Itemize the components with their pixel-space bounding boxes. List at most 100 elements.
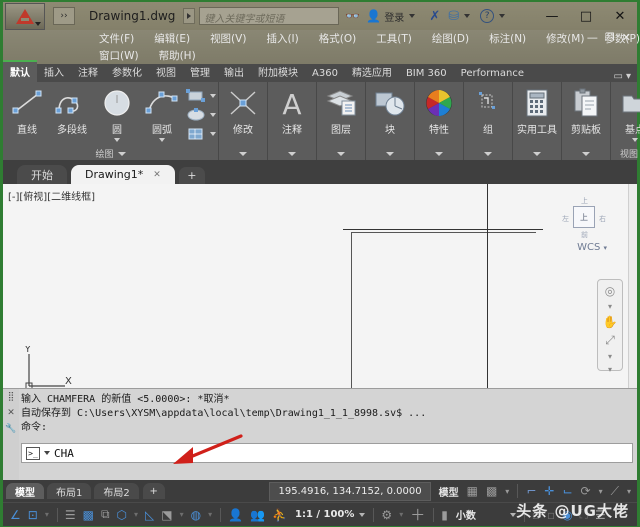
steering-wheel-icon[interactable]: ◎	[605, 284, 615, 298]
new-document-button[interactable]: +	[179, 167, 205, 184]
grid-icon[interactable]: ▦	[467, 484, 478, 498]
autodesk-exchange-icon[interactable]: ✗	[429, 9, 440, 24]
menu-item-4[interactable]: 格式(O)	[319, 31, 356, 46]
ribbon-tab-输出[interactable]: 输出	[217, 62, 251, 82]
ribbon-button-直线[interactable]: 直线	[5, 86, 49, 136]
chevron-down-icon[interactable]: ▾	[627, 487, 631, 496]
chevron-down-icon[interactable]: ▾	[399, 510, 403, 519]
chevron-down-icon[interactable]	[210, 132, 216, 136]
chevron-down-icon[interactable]	[533, 152, 541, 156]
menu-item-8[interactable]: 修改(M)	[546, 31, 584, 46]
viewport-label[interactable]: [-][俯视][二维线框]	[8, 188, 95, 203]
quick-access-toolbar-button[interactable]: ››	[53, 7, 75, 25]
drag-handle-icon[interactable]: ⣿	[8, 392, 15, 402]
command-input-row[interactable]: >_ CHA	[21, 443, 633, 463]
close-icon[interactable]: ✕	[153, 170, 161, 180]
autodesk-cloud-icon[interactable]: ⛁	[448, 9, 459, 24]
chevron-down-icon[interactable]	[337, 152, 345, 156]
ribbon-button-基点[interactable]: 基点	[613, 86, 640, 142]
panel-footer[interactable]	[417, 147, 461, 160]
close-icon[interactable]: ✕	[7, 408, 15, 418]
chevron-down-icon[interactable]	[484, 152, 492, 156]
search-input[interactable]: 键入关键字或短语	[199, 7, 339, 25]
ortho-icon[interactable]: ⌐	[526, 484, 536, 498]
ribbon-tab-精选应用[interactable]: 精选应用	[345, 62, 399, 82]
viewcube-face[interactable]: 上	[573, 206, 595, 228]
menu-item-0[interactable]: 文件(F)	[99, 31, 134, 46]
zoom-extents-icon[interactable]: ⤢	[605, 333, 615, 348]
hardware-accel-icon[interactable]: 👥	[250, 508, 265, 522]
otrack-icon[interactable]: ⟳	[581, 484, 591, 498]
coordinates-readout[interactable]: 195.4916, 134.7152, 0.0000	[269, 482, 430, 501]
wcs-label[interactable]: WCS ▾	[577, 242, 607, 253]
ribbon-button-注释[interactable]: A注释	[270, 86, 314, 136]
ribbon-button-特性[interactable]: 特性	[417, 86, 461, 136]
user-icon[interactable]: 👤	[366, 9, 381, 23]
gear-icon[interactable]: ⚙	[381, 508, 392, 522]
polar-tracking-icon[interactable]: ✛	[544, 484, 554, 498]
ribbon-tab-参数化[interactable]: 参数化	[105, 62, 149, 82]
help-icon[interactable]: ?	[480, 9, 494, 23]
ducs-icon[interactable]: ⟋	[611, 484, 619, 499]
menu-item-7[interactable]: 标注(N)	[489, 31, 526, 46]
ribbon-button-修改[interactable]: 修改	[221, 86, 265, 136]
doc-minimize-button[interactable]: —	[587, 31, 598, 44]
chevron-down-icon[interactable]	[210, 113, 216, 117]
lineweight-icon[interactable]: ☰	[65, 508, 76, 522]
ribbon-button-多段线[interactable]: 多段线	[50, 86, 94, 136]
chevron-down-icon[interactable]	[118, 152, 126, 156]
ribbon-button-实用工具[interactable]: 实用工具	[515, 86, 559, 136]
application-menu-button[interactable]	[5, 3, 45, 30]
chevron-down-icon[interactable]	[359, 513, 365, 517]
canvas-vertical-scrollbar[interactable]	[628, 184, 637, 388]
chevron-down-icon[interactable]: ▾	[134, 510, 138, 519]
osnap-icon[interactable]: ⌙	[562, 484, 572, 498]
chevron-down-icon[interactable]	[159, 138, 165, 142]
selection-cycling-icon[interactable]: ⧉	[101, 507, 110, 522]
menu-item-1[interactable]: 帮助(H)	[159, 48, 196, 63]
model-space-label[interactable]: 模型	[439, 484, 459, 499]
panel-footer[interactable]	[270, 147, 314, 160]
close-button[interactable]: ✕	[603, 3, 637, 30]
chevron-down-icon[interactable]: ▾	[599, 487, 603, 496]
panel-footer[interactable]: 视图	[613, 147, 640, 160]
transparency-icon[interactable]: ▩	[83, 508, 94, 522]
panel-footer[interactable]: 绘图	[5, 147, 216, 160]
layout-tab-模型[interactable]: 模型	[6, 483, 44, 499]
menu-item-6[interactable]: 绘图(D)	[432, 31, 469, 46]
annotation-scale-value[interactable]: 1:1 / 100%	[295, 509, 354, 520]
viewcube[interactable]: 上 左 右 前 上	[559, 196, 609, 244]
binoculars-icon[interactable]: 👓	[345, 9, 360, 23]
annotation-visibility-icon[interactable]: ⬔	[161, 508, 172, 522]
ribbon-button-圆[interactable]: 圆	[95, 86, 139, 142]
ribbon-small-button[interactable]	[185, 107, 216, 123]
chevron-down-icon[interactable]: ▾	[208, 510, 212, 519]
menu-item-2[interactable]: 视图(V)	[210, 31, 246, 46]
chevron-down-icon[interactable]	[582, 152, 590, 156]
ribbon-tab-A360[interactable]: A360	[305, 66, 345, 82]
snap-grid-icon[interactable]: ▩	[486, 484, 497, 498]
chevron-down-icon[interactable]	[499, 14, 505, 18]
panel-footer[interactable]	[221, 147, 265, 160]
angle-icon[interactable]: ∠	[10, 508, 21, 522]
chevron-down-icon[interactable]	[386, 152, 394, 156]
doc-restore-button[interactable]: ❐	[605, 31, 615, 44]
panel-footer[interactable]	[368, 147, 412, 160]
chevron-down-icon[interactable]	[288, 152, 296, 156]
ribbon-button-组[interactable]: 组	[466, 86, 510, 136]
3d-osnap-icon[interactable]: ⬡	[117, 508, 127, 522]
orbit-icon[interactable]: ▾	[608, 365, 612, 374]
menu-item-0[interactable]: 窗口(W)	[99, 48, 139, 63]
chevron-down-icon[interactable]: ▾	[180, 510, 184, 519]
drawing-canvas[interactable]: [-][俯视][二维线框] Y X 上 左 右 前 上 WCS ▾ ◎	[3, 184, 637, 388]
ribbon-tab-Performance[interactable]: Performance	[454, 66, 531, 82]
chevron-down-icon[interactable]	[239, 152, 247, 156]
ribbon-tab-视图[interactable]: 视图	[149, 62, 183, 82]
panel-footer[interactable]	[515, 147, 559, 160]
wrench-icon[interactable]: 🔧	[5, 424, 16, 434]
chevron-down-icon[interactable]	[464, 14, 470, 18]
chevron-down-icon[interactable]	[44, 451, 50, 455]
chevron-down-icon[interactable]: ▾	[505, 487, 509, 496]
menu-item-5[interactable]: 工具(T)	[376, 31, 412, 46]
chevron-down-icon[interactable]	[114, 138, 120, 142]
